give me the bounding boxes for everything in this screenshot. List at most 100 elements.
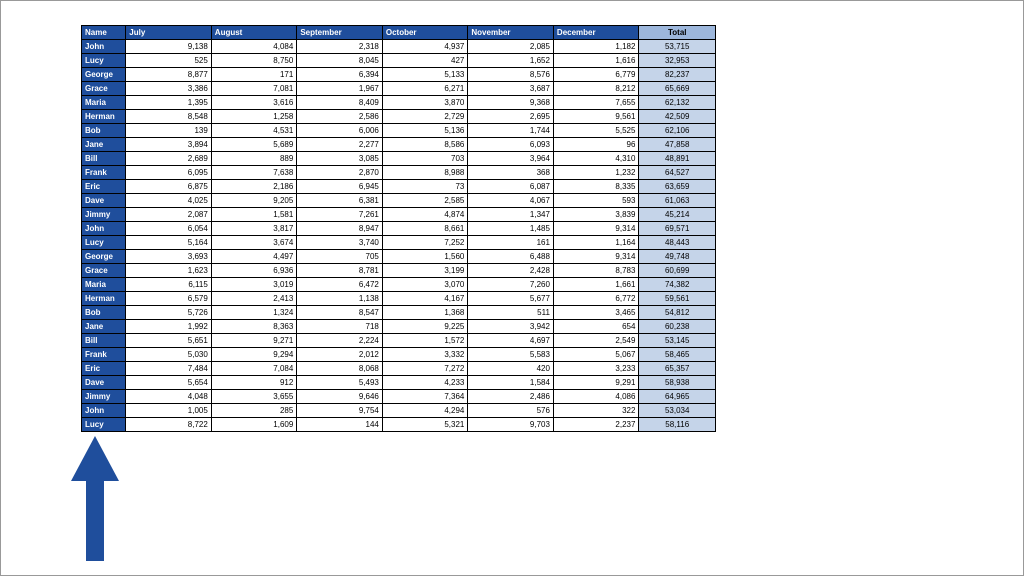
name-cell: Eric [82,180,126,194]
value-cell: 9,294 [211,348,297,362]
name-cell: George [82,250,126,264]
total-cell: 47,858 [639,138,716,152]
value-cell: 2,318 [297,40,383,54]
value-cell: 9,703 [468,418,554,432]
value-cell: 4,874 [382,208,468,222]
value-cell: 8,781 [297,264,383,278]
value-cell: 5,067 [553,348,639,362]
table-row: Herman6,5792,4131,1384,1675,6776,77259,5… [82,292,716,306]
name-cell: Herman [82,292,126,306]
value-cell: 1,623 [126,264,212,278]
table-row: Eric7,4847,0848,0687,2724203,23365,357 [82,362,716,376]
value-cell: 6,875 [126,180,212,194]
value-cell: 6,472 [297,278,383,292]
value-cell: 3,693 [126,250,212,264]
value-cell: 7,484 [126,362,212,376]
value-cell: 8,750 [211,54,297,68]
value-cell: 4,294 [382,404,468,418]
total-cell: 53,034 [639,404,716,418]
value-cell: 5,133 [382,68,468,82]
value-cell: 6,579 [126,292,212,306]
value-cell: 3,465 [553,306,639,320]
value-cell: 1,164 [553,236,639,250]
value-cell: 3,674 [211,236,297,250]
value-cell: 703 [382,152,468,166]
value-cell: 1,560 [382,250,468,264]
value-cell: 9,368 [468,96,554,110]
value-cell: 1,368 [382,306,468,320]
name-cell: Dave [82,376,126,390]
value-cell: 4,048 [126,390,212,404]
total-cell: 60,699 [639,264,716,278]
table-row: John6,0543,8178,9478,6611,4859,31469,571 [82,222,716,236]
col-header: September [297,26,383,40]
value-cell: 8,783 [553,264,639,278]
table-row: Lucy5,1643,6743,7407,2521611,16448,443 [82,236,716,250]
name-cell: Bill [82,152,126,166]
table-row: Bob1394,5316,0065,1361,7445,52562,106 [82,124,716,138]
data-table: NameJulyAugustSeptemberOctoberNovemberDe… [81,25,716,432]
value-cell: 6,394 [297,68,383,82]
value-cell: 1,572 [382,334,468,348]
name-cell: John [82,404,126,418]
value-cell: 7,252 [382,236,468,250]
table-row: John1,0052859,7544,29457632253,034 [82,404,716,418]
value-cell: 8,722 [126,418,212,432]
value-cell: 144 [297,418,383,432]
total-cell: 65,357 [639,362,716,376]
value-cell: 6,095 [126,166,212,180]
value-cell: 7,260 [468,278,554,292]
value-cell: 8,363 [211,320,297,334]
value-cell: 1,616 [553,54,639,68]
total-cell: 60,238 [639,320,716,334]
total-cell: 48,443 [639,236,716,250]
total-cell: 58,465 [639,348,716,362]
value-cell: 4,697 [468,334,554,348]
value-cell: 2,428 [468,264,554,278]
value-cell: 7,261 [297,208,383,222]
value-cell: 7,364 [382,390,468,404]
value-cell: 6,381 [297,194,383,208]
table-row: Jimmy2,0871,5817,2614,8741,3473,83945,21… [82,208,716,222]
table-row: Maria6,1153,0196,4723,0707,2601,66174,38… [82,278,716,292]
value-cell: 3,070 [382,278,468,292]
value-cell: 2,277 [297,138,383,152]
value-cell: 4,084 [211,40,297,54]
table-row: Maria1,3953,6168,4093,8709,3687,65562,13… [82,96,716,110]
value-cell: 2,729 [382,110,468,124]
value-cell: 3,817 [211,222,297,236]
value-cell: 368 [468,166,554,180]
value-cell: 73 [382,180,468,194]
value-cell: 2,237 [553,418,639,432]
col-header: Total [639,26,716,40]
total-cell: 53,715 [639,40,716,54]
value-cell: 889 [211,152,297,166]
value-cell: 5,525 [553,124,639,138]
col-header: Name [82,26,126,40]
value-cell: 5,689 [211,138,297,152]
total-cell: 63,659 [639,180,716,194]
value-cell: 1,347 [468,208,554,222]
value-cell: 1,324 [211,306,297,320]
value-cell: 9,561 [553,110,639,124]
table-row: Jimmy4,0483,6559,6467,3642,4864,08664,96… [82,390,716,404]
name-cell: Frank [82,348,126,362]
value-cell: 1,967 [297,82,383,96]
name-cell: Jane [82,138,126,152]
value-cell: 8,947 [297,222,383,236]
value-cell: 427 [382,54,468,68]
value-cell: 9,754 [297,404,383,418]
total-cell: 53,145 [639,334,716,348]
value-cell: 8,409 [297,96,383,110]
total-cell: 58,938 [639,376,716,390]
total-cell: 62,106 [639,124,716,138]
value-cell: 1,581 [211,208,297,222]
value-cell: 4,167 [382,292,468,306]
value-cell: 3,616 [211,96,297,110]
value-cell: 6,054 [126,222,212,236]
total-cell: 64,965 [639,390,716,404]
name-cell: Maria [82,278,126,292]
name-cell: Eric [82,362,126,376]
value-cell: 3,942 [468,320,554,334]
value-cell: 3,085 [297,152,383,166]
